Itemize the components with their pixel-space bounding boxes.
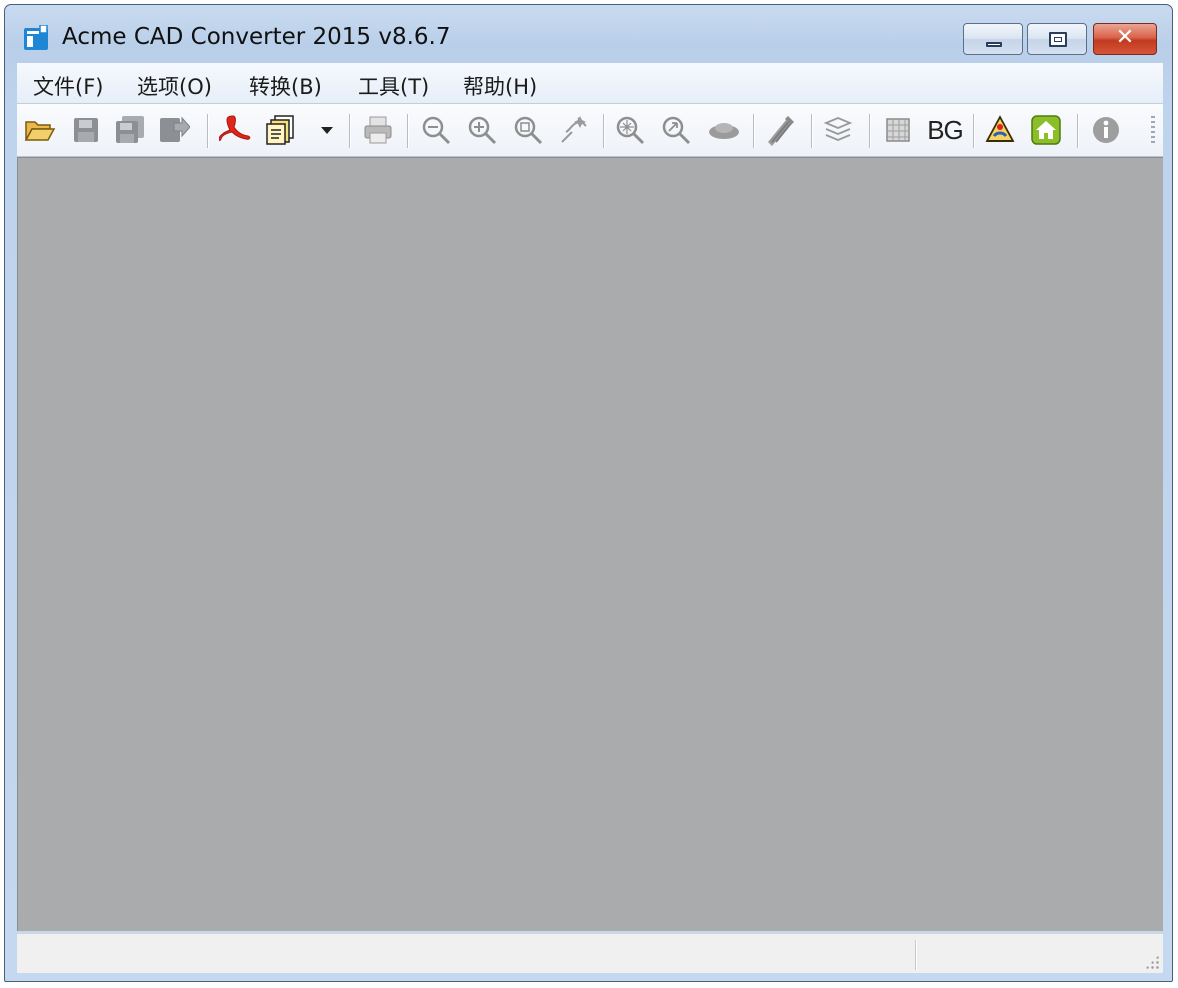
print-icon[interactable] (361, 113, 395, 147)
close-button[interactable]: ✕ (1093, 23, 1157, 55)
minimize-icon (986, 42, 1002, 47)
status-pane-divider (915, 940, 917, 970)
batch-dropdown-arrow-icon[interactable] (321, 127, 333, 134)
menu-help[interactable]: 帮助(H) (463, 71, 537, 101)
toolbar-separator (407, 114, 409, 148)
restore-icon (1049, 32, 1067, 47)
zoom-previous-icon[interactable] (659, 113, 693, 147)
toolbar-separator (603, 114, 605, 148)
main-window: Acme CAD Converter 2015 v8.6.7 ✕ 文件(F) 选… (4, 4, 1173, 982)
layers-icon[interactable] (821, 113, 855, 147)
pdf-icon[interactable] (219, 113, 253, 147)
zoom-out-icon[interactable] (419, 113, 453, 147)
toolbar-separator (207, 114, 209, 148)
toolbar-separator (753, 114, 755, 148)
home-icon[interactable] (1029, 113, 1063, 147)
toolbar-separator (811, 114, 813, 148)
maximize-button[interactable] (1027, 23, 1087, 55)
background-color-button[interactable]: BG (925, 113, 965, 147)
layout-icon[interactable] (881, 113, 915, 147)
menu-file[interactable]: 文件(F) (33, 71, 103, 101)
bg-label: BG (927, 114, 964, 145)
toolbar-separator (869, 114, 871, 148)
zoom-pan-icon[interactable] (557, 113, 591, 147)
resize-grip-icon[interactable] (1145, 955, 1159, 969)
toolbar: BG (17, 104, 1163, 157)
menu-options[interactable]: 选项(O) (137, 71, 212, 101)
toolbar-separator (973, 114, 975, 148)
export-icon[interactable] (157, 113, 191, 147)
drawing-canvas[interactable] (17, 157, 1163, 931)
help-book-icon[interactable] (983, 113, 1017, 147)
toolbar-grip-icon[interactable] (1151, 116, 1155, 146)
minimize-button[interactable] (963, 23, 1023, 55)
app-icon (24, 25, 48, 50)
hide-icon[interactable] (707, 113, 741, 147)
batch-convert-icon[interactable] (265, 113, 299, 147)
open-folder-icon[interactable] (23, 113, 57, 147)
toolbar-separator (349, 114, 351, 148)
toolbar-separator (1077, 114, 1079, 148)
menu-bar: 文件(F) 选项(O) 转换(B) 工具(T) 帮助(H) (17, 63, 1163, 104)
status-bar (17, 933, 1163, 973)
save-icon[interactable] (69, 113, 103, 147)
menu-tools[interactable]: 工具(T) (358, 71, 429, 101)
save-all-icon[interactable] (113, 113, 147, 147)
zoom-window-icon[interactable] (511, 113, 545, 147)
zoom-in-icon[interactable] (465, 113, 499, 147)
close-icon: ✕ (1115, 25, 1135, 50)
window-title: Acme CAD Converter 2015 v8.6.7 (62, 24, 451, 50)
info-icon[interactable] (1089, 113, 1123, 147)
zoom-extents-icon[interactable] (613, 113, 647, 147)
pen-settings-icon[interactable] (763, 113, 797, 147)
menu-convert[interactable]: 转换(B) (249, 71, 322, 101)
title-bar[interactable]: Acme CAD Converter 2015 v8.6.7 ✕ (5, 5, 1172, 63)
